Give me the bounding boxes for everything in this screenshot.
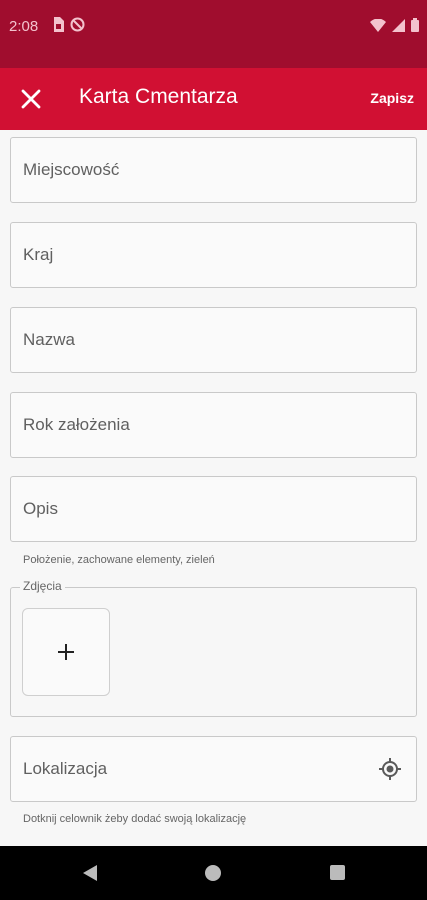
back-icon[interactable] [82, 864, 98, 882]
add-photo-button[interactable] [22, 608, 110, 696]
country-field-label: Kraj [23, 245, 54, 264]
system-nav-bar [0, 846, 427, 900]
photos-section: Zdjęcia [10, 579, 417, 717]
cellular-signal-icon [392, 18, 405, 32]
wifi-icon [370, 18, 386, 32]
save-button[interactable]: Zapisz [370, 90, 414, 106]
gps-target-icon[interactable] [378, 757, 402, 781]
name-field-label: Nazwa [23, 330, 75, 349]
description-field-label: Opis [23, 499, 58, 518]
recents-icon[interactable] [330, 865, 345, 880]
location-helper-text: Dotknij celownik żeby dodać swoją lokali… [23, 813, 247, 825]
city-field-label: Miejscowość [23, 160, 120, 179]
description-helper-text: Położenie, zachowane elementy, zieleń [23, 554, 215, 566]
app-bar: Karta Cmentarza Zapisz [0, 68, 427, 130]
form-content[interactable]: Miejscowość Kraj Nazwa Rok założenia Opi… [0, 130, 427, 846]
location-field-label: Lokalizacja [23, 759, 108, 778]
add-icon [58, 644, 74, 660]
sim-card-icon [54, 17, 64, 32]
notification-icon [70, 17, 85, 32]
home-icon[interactable] [205, 865, 221, 881]
page-title: Karta Cmentarza [79, 85, 238, 108]
founding-year-field[interactable]: Rok założenia [10, 392, 417, 458]
country-field[interactable]: Kraj [10, 222, 417, 288]
description-field[interactable]: Opis [10, 476, 417, 542]
photos-legend: Zdjęcia [20, 579, 65, 593]
status-bar: 2:08 [0, 0, 427, 68]
status-time: 2:08 [9, 18, 39, 35]
battery-icon [411, 18, 419, 32]
founding-year-field-label: Rok założenia [23, 415, 130, 434]
name-field[interactable]: Nazwa [10, 307, 417, 373]
city-field[interactable]: Miejscowość [10, 137, 417, 203]
location-field[interactable]: Lokalizacja [10, 736, 417, 802]
close-icon[interactable] [18, 86, 44, 112]
